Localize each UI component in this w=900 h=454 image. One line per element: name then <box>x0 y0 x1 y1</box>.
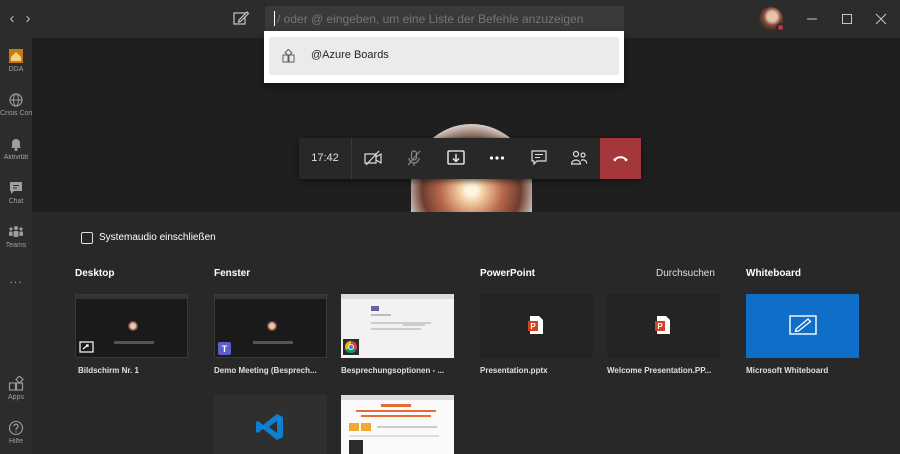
hang-up-icon <box>613 156 628 162</box>
desktop-caption: Bildschirm Nr. 1 <box>78 366 139 375</box>
vscode-icon <box>256 414 283 440</box>
rail-item-crisis[interactable]: Crisis Com... <box>0 92 32 117</box>
section-whiteboard: Whiteboard <box>746 268 801 279</box>
ppt-welcome-tile[interactable]: P <box>607 294 720 358</box>
app-icon <box>282 49 295 63</box>
chat-icon <box>10 182 22 194</box>
text-cursor <box>274 11 275 26</box>
minimize-icon[interactable] <box>802 9 822 29</box>
meeting-chat-icon[interactable] <box>529 148 549 168</box>
svg-text:P: P <box>530 322 536 331</box>
hang-up-button[interactable] <box>600 138 641 179</box>
command-input[interactable] <box>277 6 617 31</box>
user-avatar[interactable] <box>759 7 785 32</box>
section-powerpoint: PowerPoint <box>480 268 536 279</box>
camera-off-icon[interactable] <box>363 148 383 168</box>
rail-item-activity[interactable]: Aktivität <box>0 136 32 161</box>
teams-window: ‹ › @Azure Boa <box>0 0 900 454</box>
whiteboard-tile[interactable] <box>746 294 859 358</box>
rail-item-help[interactable]: Hilfe <box>0 420 32 445</box>
svg-text:P: P <box>657 322 663 331</box>
rail-item-teams[interactable]: Teams <box>0 224 32 249</box>
section-window: Fenster <box>214 268 251 279</box>
close-icon[interactable] <box>871 9 891 29</box>
maximize-icon[interactable] <box>837 9 857 29</box>
teams-icon <box>9 226 23 237</box>
globe-icon <box>9 93 23 107</box>
forward-button[interactable]: › <box>20 10 36 28</box>
more-icon: ... <box>9 272 23 286</box>
share-tray-icon[interactable] <box>446 148 466 168</box>
apps-icon <box>8 376 24 391</box>
back-button[interactable]: ‹ <box>4 10 20 28</box>
rail-item-more[interactable]: ... <box>0 270 32 286</box>
whiteboard-caption: Microsoft Whiteboard <box>746 366 829 375</box>
call-timer: 17:42 <box>299 138 352 179</box>
bell-icon <box>11 139 21 151</box>
app-rail: DDA Crisis Com... Aktivität Chat <box>0 38 32 454</box>
powerpoint-file-icon: P <box>528 316 543 334</box>
rail-item-dda[interactable]: DDA <box>0 48 32 73</box>
window-caption-demo: Demo Meeting (Besprech... <box>214 366 317 375</box>
powerpoint-file-icon: P <box>655 316 670 334</box>
more-options-icon[interactable] <box>487 148 507 168</box>
ppt-caption-presentation: Presentation.pptx <box>480 366 548 375</box>
rail-item-apps[interactable]: Apps <box>0 376 32 401</box>
desktop-screen-1-thumb[interactable] <box>75 294 188 358</box>
command-suggestions: @Azure Boards <box>264 31 624 83</box>
whiteboard-icon <box>789 315 817 335</box>
help-icon <box>8 420 24 436</box>
svg-text:T: T <box>222 344 228 354</box>
teams-app-icon: T <box>218 342 231 355</box>
ppt-presentation-tile[interactable]: P <box>480 294 593 358</box>
window-caption-options: Besprechungsoptionen - ... <box>341 366 445 375</box>
window-vscode-thumb[interactable] <box>214 395 327 454</box>
section-desktop: Desktop <box>75 268 115 279</box>
window-demo-meeting-thumb[interactable]: T <box>214 294 327 358</box>
window-browser-thumb[interactable] <box>341 395 454 454</box>
browse-link[interactable]: Durchsuchen <box>656 268 715 279</box>
call-controls: 17:42 <box>299 138 641 179</box>
system-audio-label: Systemaudio einschließen <box>99 232 216 243</box>
presence-badge <box>776 23 785 32</box>
home-icon <box>9 49 23 63</box>
suggestion-azure-boards[interactable]: @Azure Boards <box>269 37 619 75</box>
participants-icon[interactable] <box>569 148 589 168</box>
compose-icon[interactable] <box>232 9 250 27</box>
suggestion-label: @Azure Boards <box>311 49 389 61</box>
ppt-caption-welcome: Welcome Presentation.PP... <box>607 366 712 375</box>
screen-share-icon <box>79 341 94 353</box>
window-meeting-options-thumb[interactable] <box>341 294 454 358</box>
mic-off-icon[interactable] <box>404 148 424 168</box>
system-audio-checkbox[interactable] <box>81 232 93 244</box>
command-box[interactable] <box>265 6 624 31</box>
rail-item-chat[interactable]: Chat <box>0 180 32 205</box>
chrome-icon <box>343 339 359 355</box>
